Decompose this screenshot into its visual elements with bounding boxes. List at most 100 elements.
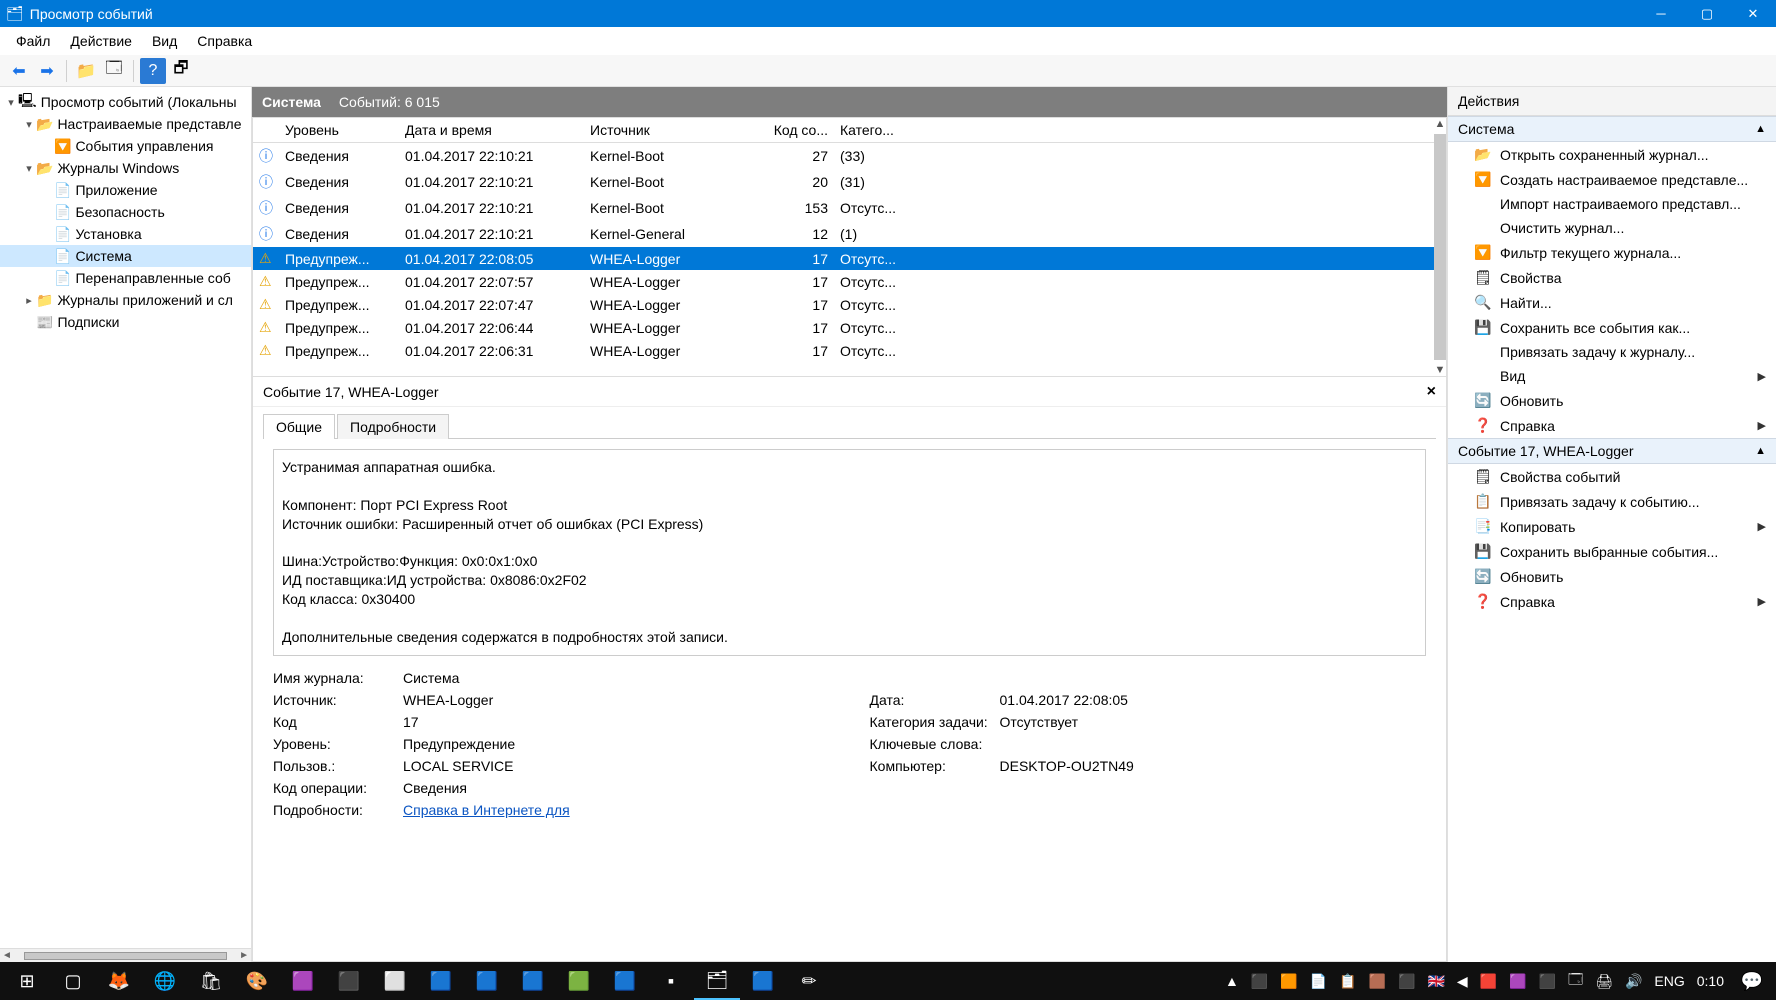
tray-icon[interactable]: ⬛ (1539, 973, 1556, 990)
system-tray[interactable]: ▲ ⬛ 🟧 📄 📋 🟫 ⬛ 🇬🇧 ◀ 🟥 🟪 ⬛ 🗔 🖨 🔊 ENG 0:10 (1217, 969, 1732, 993)
event-row[interactable]: Сведения01.04.2017 22:10:21Kernel-Genera… (253, 221, 1434, 247)
tray-icon[interactable]: 🟥 (1480, 973, 1497, 990)
col-level[interactable]: Уровень (279, 118, 399, 143)
toolbar-back[interactable]: ⬅ (6, 58, 32, 84)
action-event-properties[interactable]: 🗒Свойства событий (1448, 464, 1776, 489)
col-category[interactable]: Катего... (834, 118, 1434, 143)
action-center-button[interactable]: 💬 (1732, 971, 1772, 992)
menu-file[interactable]: Файл (6, 27, 60, 55)
taskbar-app-generic3[interactable]: ⬛ (326, 962, 372, 1000)
toolbar-up[interactable]: 📁 (73, 58, 99, 84)
action-refresh[interactable]: 🔄Обновить (1448, 388, 1776, 413)
menu-help[interactable]: Справка (187, 27, 262, 55)
tab-details[interactable]: Подробности (337, 414, 449, 439)
event-row[interactable]: Предупреж...01.04.2017 22:06:31WHEA-Logg… (253, 339, 1434, 362)
event-row[interactable]: Предупреж...01.04.2017 22:06:44WHEA-Logg… (253, 316, 1434, 339)
taskbar-app-cmd[interactable]: ▪ (648, 962, 694, 1000)
toolbar-help[interactable]: ? (140, 58, 166, 84)
action-view[interactable]: Вид▶ (1448, 364, 1776, 388)
maximize-button[interactable]: ▢ (1684, 0, 1730, 27)
taskbar-app-generic9[interactable]: 🟦 (602, 962, 648, 1000)
taskbar-app-generic4[interactable]: ⬜ (372, 962, 418, 1000)
detail-close-button[interactable]: × (1427, 383, 1436, 401)
tree-item-leaf2b[interactable]: 📄Безопасность (0, 201, 251, 223)
tray-icon[interactable]: 🟧 (1280, 973, 1297, 990)
action-refresh-event[interactable]: 🔄Обновить (1448, 564, 1776, 589)
taskbar-app-generic10[interactable]: 🟦 (740, 962, 786, 1000)
action-find[interactable]: 🔍Найти... (1448, 290, 1776, 315)
start-button[interactable]: ⊞ (4, 962, 50, 1000)
taskbar-app-generic8[interactable]: 🟩 (556, 962, 602, 1000)
taskbar-app-eventviewer[interactable]: 🗂 (694, 962, 740, 1000)
col-source[interactable]: Источник (584, 118, 764, 143)
action-attach-task-to-event[interactable]: 📋Привязать задачу к событию... (1448, 489, 1776, 514)
taskbar-app-generic1[interactable]: 🎨 (234, 962, 280, 1000)
taskbar-app-firefox[interactable]: 🦊 (96, 962, 142, 1000)
taskbar-app-store[interactable]: 🛍 (188, 962, 234, 1000)
taskbar-app-generic2[interactable]: 🟪 (280, 962, 326, 1000)
menu-view[interactable]: Вид (142, 27, 187, 55)
events-header-row[interactable]: Уровень Дата и время Источник Код со... … (253, 118, 1434, 143)
toolbar-pane2[interactable]: 🗗 (168, 58, 194, 84)
tray-icon[interactable]: 🟪 (1509, 973, 1526, 990)
tray-icon[interactable]: 🖨 (1595, 973, 1613, 990)
action-help-event[interactable]: ❓Справка▶ (1448, 589, 1776, 614)
col-date[interactable]: Дата и время (399, 118, 584, 143)
event-row[interactable]: Предупреж...01.04.2017 22:07:57WHEA-Logg… (253, 270, 1434, 293)
toolbar-forward[interactable]: ➡ (34, 58, 60, 84)
minimize-button[interactable]: ─ (1638, 0, 1684, 27)
tray-icon[interactable]: 🟫 (1369, 973, 1386, 990)
tree-item-leaf4[interactable]: 📰Подписки (0, 311, 251, 333)
tray-icon[interactable]: ▲ (1225, 973, 1239, 989)
tree-horizontal-scrollbar[interactable]: ◄► (0, 948, 251, 962)
action-save-selected-events[interactable]: 💾Сохранить выбранные события... (1448, 539, 1776, 564)
col-code[interactable]: Код со... (764, 118, 834, 143)
action-help[interactable]: ❓Справка▶ (1448, 413, 1776, 438)
tree-item-root[interactable]: ▾🖳Просмотр событий (Локальны (0, 91, 251, 113)
menu-action[interactable]: Действие (60, 27, 142, 55)
taskbar-app-generic11[interactable]: ✏ (786, 962, 832, 1000)
tree-item-leaf1[interactable]: 🔽События управления (0, 135, 251, 157)
tab-general[interactable]: Общие (263, 414, 335, 439)
taskbar-app-generic6[interactable]: 🟦 (464, 962, 510, 1000)
events-vertical-scrollbar[interactable]: ▲▼ (1434, 118, 1446, 376)
event-row[interactable]: Предупреж...01.04.2017 22:08:05WHEA-Logg… (253, 247, 1434, 270)
tree-item-leaf2a[interactable]: 📄Приложение (0, 179, 251, 201)
action-import-custom-view[interactable]: Импорт настраиваемого представл... (1448, 192, 1776, 216)
tray-icon[interactable]: ⬛ (1398, 973, 1415, 990)
action-filter-current-log[interactable]: 🔽Фильтр текущего журнала... (1448, 240, 1776, 265)
actions-section-system[interactable]: Система▲ (1448, 116, 1776, 142)
task-view-button[interactable]: ▢ (50, 962, 96, 1000)
tree-item-fold1[interactable]: ▾📂Настраиваемые представле (0, 113, 251, 135)
tree-item-fold2[interactable]: ▾📂Журналы Windows (0, 157, 251, 179)
taskbar-app-generic7[interactable]: 🟦 (510, 962, 556, 1000)
tray-volume-icon[interactable]: 🔊 (1625, 973, 1642, 990)
tray-icon[interactable]: 📄 (1310, 973, 1327, 990)
action-properties[interactable]: 🗒Свойства (1448, 265, 1776, 290)
taskbar-app-edge[interactable]: 🌐 (142, 962, 188, 1000)
tray-icon[interactable]: 🗔 (1568, 969, 1583, 993)
tree-item-leaf2c[interactable]: 📄Установка (0, 223, 251, 245)
tray-icon[interactable]: 📋 (1339, 973, 1356, 990)
tray-language[interactable]: ENG (1654, 973, 1684, 989)
tray-icon[interactable]: ⬛ (1251, 973, 1268, 990)
action-save-all-events[interactable]: 💾Сохранить все события как... (1448, 315, 1776, 340)
event-row[interactable]: Сведения01.04.2017 22:10:21Kernel-Boot15… (253, 195, 1434, 221)
event-row[interactable]: Предупреж...01.04.2017 22:07:47WHEA-Logg… (253, 293, 1434, 316)
online-help-link[interactable]: Справка в Интернете для (403, 802, 570, 818)
taskbar-app-generic5[interactable]: 🟦 (418, 962, 464, 1000)
action-attach-task-to-log[interactable]: Привязать задачу к журналу... (1448, 340, 1776, 364)
tree-item-leaf2d[interactable]: 📄Система (0, 245, 251, 267)
tray-clock[interactable]: 0:10 (1697, 973, 1724, 989)
toolbar-pane1[interactable]: 🗔 (101, 58, 127, 84)
tree-item-leaf2e[interactable]: 📄Перенаправленные соб (0, 267, 251, 289)
action-open-saved-log[interactable]: 📂Открыть сохраненный журнал... (1448, 142, 1776, 167)
action-copy[interactable]: 📑Копировать▶ (1448, 514, 1776, 539)
actions-section-event[interactable]: Событие 17, WHEA-Logger▲ (1448, 438, 1776, 464)
event-row[interactable]: Сведения01.04.2017 22:10:21Kernel-Boot20… (253, 169, 1434, 195)
tray-icon[interactable]: 🇬🇧 (1427, 973, 1444, 990)
action-create-custom-view[interactable]: 🔽Создать настраиваемое представле... (1448, 167, 1776, 192)
close-button[interactable]: ✕ (1730, 0, 1776, 27)
tray-icon[interactable]: ◀ (1457, 973, 1468, 990)
tree-item-fold3[interactable]: ▸📁Журналы приложений и сл (0, 289, 251, 311)
